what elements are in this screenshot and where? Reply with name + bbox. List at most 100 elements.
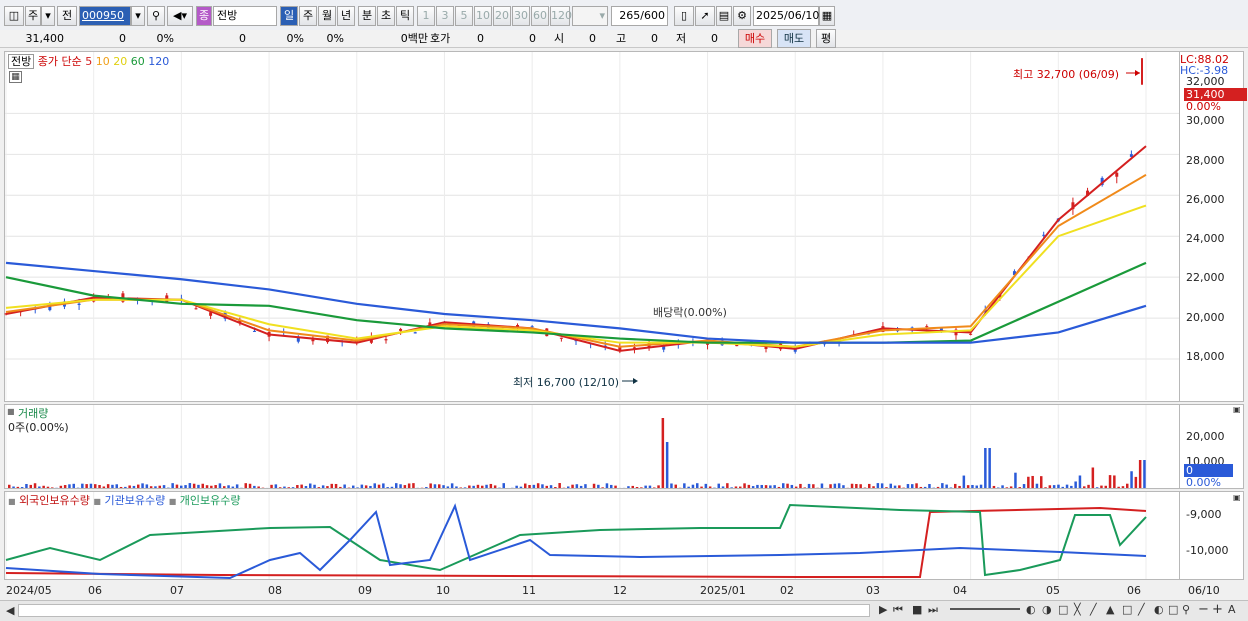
holding-y-tick-10000: -10,000 xyxy=(1186,544,1229,557)
candle-icon[interactable]: ▯ xyxy=(674,6,694,26)
x-label-2025-01: 2025/01 xyxy=(700,584,746,597)
interval-5[interactable]: 5 xyxy=(455,6,473,26)
type-dropdown-icon[interactable]: ▾ xyxy=(41,6,55,26)
tool-icon-4[interactable]: ╳ xyxy=(1074,603,1081,616)
stop-icon[interactable]: ■ xyxy=(912,603,922,616)
tool-icon-1[interactable]: ◐ xyxy=(1026,603,1036,616)
search-icon[interactable]: ⚲ xyxy=(147,6,165,26)
period-month-tab[interactable]: 월 xyxy=(318,6,336,26)
high-annotation: 최고 32,700 (06/09) xyxy=(1013,68,1120,81)
holding-y-axis xyxy=(1180,491,1244,580)
period-second-tab[interactable]: 초 xyxy=(377,6,395,26)
quote-change-pct: 0% xyxy=(156,32,174,45)
interval-60[interactable]: 60 xyxy=(531,6,549,26)
ma-120-label: 120 xyxy=(148,55,170,68)
tool-icon-2[interactable]: ◑ xyxy=(1042,603,1052,616)
ma-5-label: 5 xyxy=(85,55,93,68)
tool-icon-5[interactable]: ╱ xyxy=(1090,603,1097,616)
volume-panel-close-icon[interactable]: ▣ xyxy=(1233,405,1241,414)
tool-icon-9[interactable]: ◐ xyxy=(1154,603,1164,616)
interval-1[interactable]: 1 xyxy=(417,6,435,26)
layout-icon[interactable]: ◫ xyxy=(4,6,24,26)
legend-marker: ■ xyxy=(8,497,16,506)
interval-30[interactable]: 30 xyxy=(512,6,530,26)
tool-icon-6[interactable]: ▲ xyxy=(1106,603,1114,616)
x-label-right: 06/10 xyxy=(1188,584,1220,597)
scroll-left-icon[interactable]: ◀ xyxy=(6,604,14,617)
period-minute-tab[interactable]: 분 xyxy=(358,6,376,26)
period-week-tab[interactable]: 주 xyxy=(299,6,317,26)
stock-code-input[interactable]: 000950 xyxy=(79,6,131,26)
hoga-label: 호가 xyxy=(430,32,451,45)
period-year-tab[interactable]: 년 xyxy=(337,6,355,26)
x-label-2024-05: 2024/05 xyxy=(6,584,52,597)
tool-icon-10[interactable]: □ xyxy=(1168,603,1178,616)
x-label-04: 04 xyxy=(953,584,967,597)
price-legend: 전방 종가 단순 5 10 20 60 120 xyxy=(8,53,169,69)
forward-icon[interactable]: ⏭ xyxy=(928,603,938,617)
interval-3[interactable]: 3 xyxy=(436,6,454,26)
trend-icon[interactable]: ➚ xyxy=(695,6,715,26)
holding-legend: ■ 외국인보유수량 ■ 기관보유수량 ■ 개인보유수량 xyxy=(8,492,241,508)
holding-panel-close-icon[interactable]: ▣ xyxy=(1233,493,1241,502)
dividend-annotation: 배당락(0.00%) xyxy=(653,306,727,319)
interval-10[interactable]: 10 xyxy=(474,6,492,26)
date-input[interactable]: 2025/06/10 xyxy=(753,6,819,26)
x-label-02: 02 xyxy=(780,584,794,597)
quote-volume-pct: 0% xyxy=(286,32,304,45)
high-label: 고 xyxy=(616,32,627,45)
gear-icon[interactable]: ⚙ xyxy=(733,6,751,26)
speaker-icon[interactable]: ◀▾ xyxy=(167,6,193,26)
save-icon[interactable]: ▤ xyxy=(716,6,732,26)
buy-button[interactable]: 매수 xyxy=(738,29,772,48)
x-label-11: 11 xyxy=(522,584,536,597)
tool-icon-7[interactable]: □ xyxy=(1122,603,1132,616)
stock-name-field: 전방 xyxy=(213,6,277,26)
quote-turnover-pct: 0% xyxy=(326,32,344,45)
legend-marker: ■ xyxy=(93,497,101,506)
tool-icon-3[interactable]: □ xyxy=(1058,603,1068,616)
interval-20[interactable]: 20 xyxy=(493,6,511,26)
sell-button[interactable]: 매도 xyxy=(777,29,811,48)
code-dropdown-icon[interactable]: ▾ xyxy=(131,6,145,26)
zoom-in-icon[interactable]: + xyxy=(1212,602,1223,617)
avg-button[interactable]: 평 xyxy=(816,29,836,48)
period-day-tab[interactable]: 일 xyxy=(280,6,298,26)
y-tick-28000: 28,000 xyxy=(1186,154,1225,167)
data-count-field[interactable]: 265/600 xyxy=(611,6,668,26)
open-label: 시 xyxy=(554,32,565,45)
prefix-button[interactable]: 전 xyxy=(57,6,77,26)
sector-badge[interactable]: 종 xyxy=(196,6,212,26)
x-label-08: 08 xyxy=(268,584,282,597)
holding-y-tick-9000: -9,000 xyxy=(1186,508,1222,521)
count-max: /600 xyxy=(640,9,665,22)
high-value: 0 xyxy=(651,32,658,45)
type-select[interactable]: 주 xyxy=(25,6,41,26)
rewind-icon[interactable]: ⏮ xyxy=(893,603,903,617)
legend-institution: 기관보유수량 xyxy=(104,494,166,507)
interval-custom-select[interactable]: ▾ xyxy=(572,6,608,26)
quote-price: 31,400 xyxy=(25,32,65,45)
horizontal-scrollbar[interactable] xyxy=(18,604,870,617)
period-tick-tab[interactable]: 틱 xyxy=(396,6,414,26)
price-panel[interactable] xyxy=(4,51,1180,402)
stock-name-tag[interactable]: 전방 xyxy=(8,54,35,69)
y-tick-24000: 24,000 xyxy=(1186,232,1225,245)
legend-individual: 개인보유수량 xyxy=(179,494,241,507)
interval-120[interactable]: 120 xyxy=(550,6,572,26)
volume-panel[interactable] xyxy=(4,404,1180,489)
zoom-search-icon[interactable]: ⚲ xyxy=(1182,603,1190,616)
grid-icon[interactable]: ▦ xyxy=(9,71,22,83)
auto-scale-icon[interactable]: A xyxy=(1228,603,1236,616)
volume-value: 0주(0.00%) xyxy=(8,421,69,434)
x-label-05: 05 xyxy=(1046,584,1060,597)
hoga-value-1: 0 xyxy=(477,32,484,45)
x-label-07: 07 xyxy=(170,584,184,597)
calendar-icon[interactable]: ▦ xyxy=(819,6,835,26)
zoom-slider[interactable] xyxy=(950,608,1020,614)
tool-icon-8[interactable]: ╱ xyxy=(1138,603,1145,616)
zoom-out-icon[interactable]: − xyxy=(1198,602,1209,617)
legend-foreign: 외국인보유수량 xyxy=(19,494,90,507)
quote-change: 0 xyxy=(119,32,126,45)
scroll-right-icon[interactable]: ▶ xyxy=(879,603,887,616)
